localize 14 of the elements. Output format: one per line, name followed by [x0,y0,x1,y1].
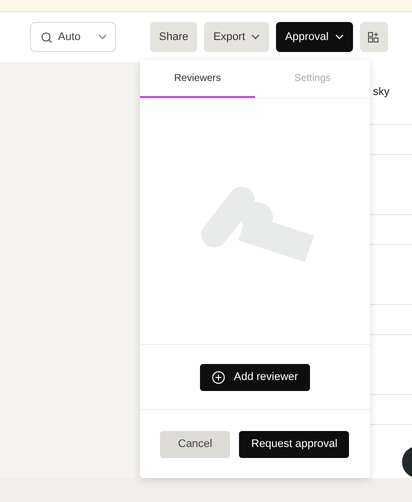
toolbar-button[interactable]: Approval [276,22,353,52]
toolbar-button[interactable]: Export [204,22,270,52]
plus-circle-icon [212,370,225,384]
caret-icon [98,34,107,40]
footer-button[interactable]: Cancel [160,430,230,458]
layout-button[interactable] [360,22,388,52]
popover-tab[interactable]: Reviewers [140,60,255,98]
zoom-icon [41,32,52,42]
table-cell-text: sky [373,85,390,100]
toolbar-button[interactable]: Share [150,22,198,52]
footer-button[interactable]: Request approval [239,430,350,458]
zoom-select[interactable]: Auto [30,22,116,52]
add-reviewer-button[interactable]: Add reviewer [200,364,310,390]
grid-plus-icon [368,32,380,42]
